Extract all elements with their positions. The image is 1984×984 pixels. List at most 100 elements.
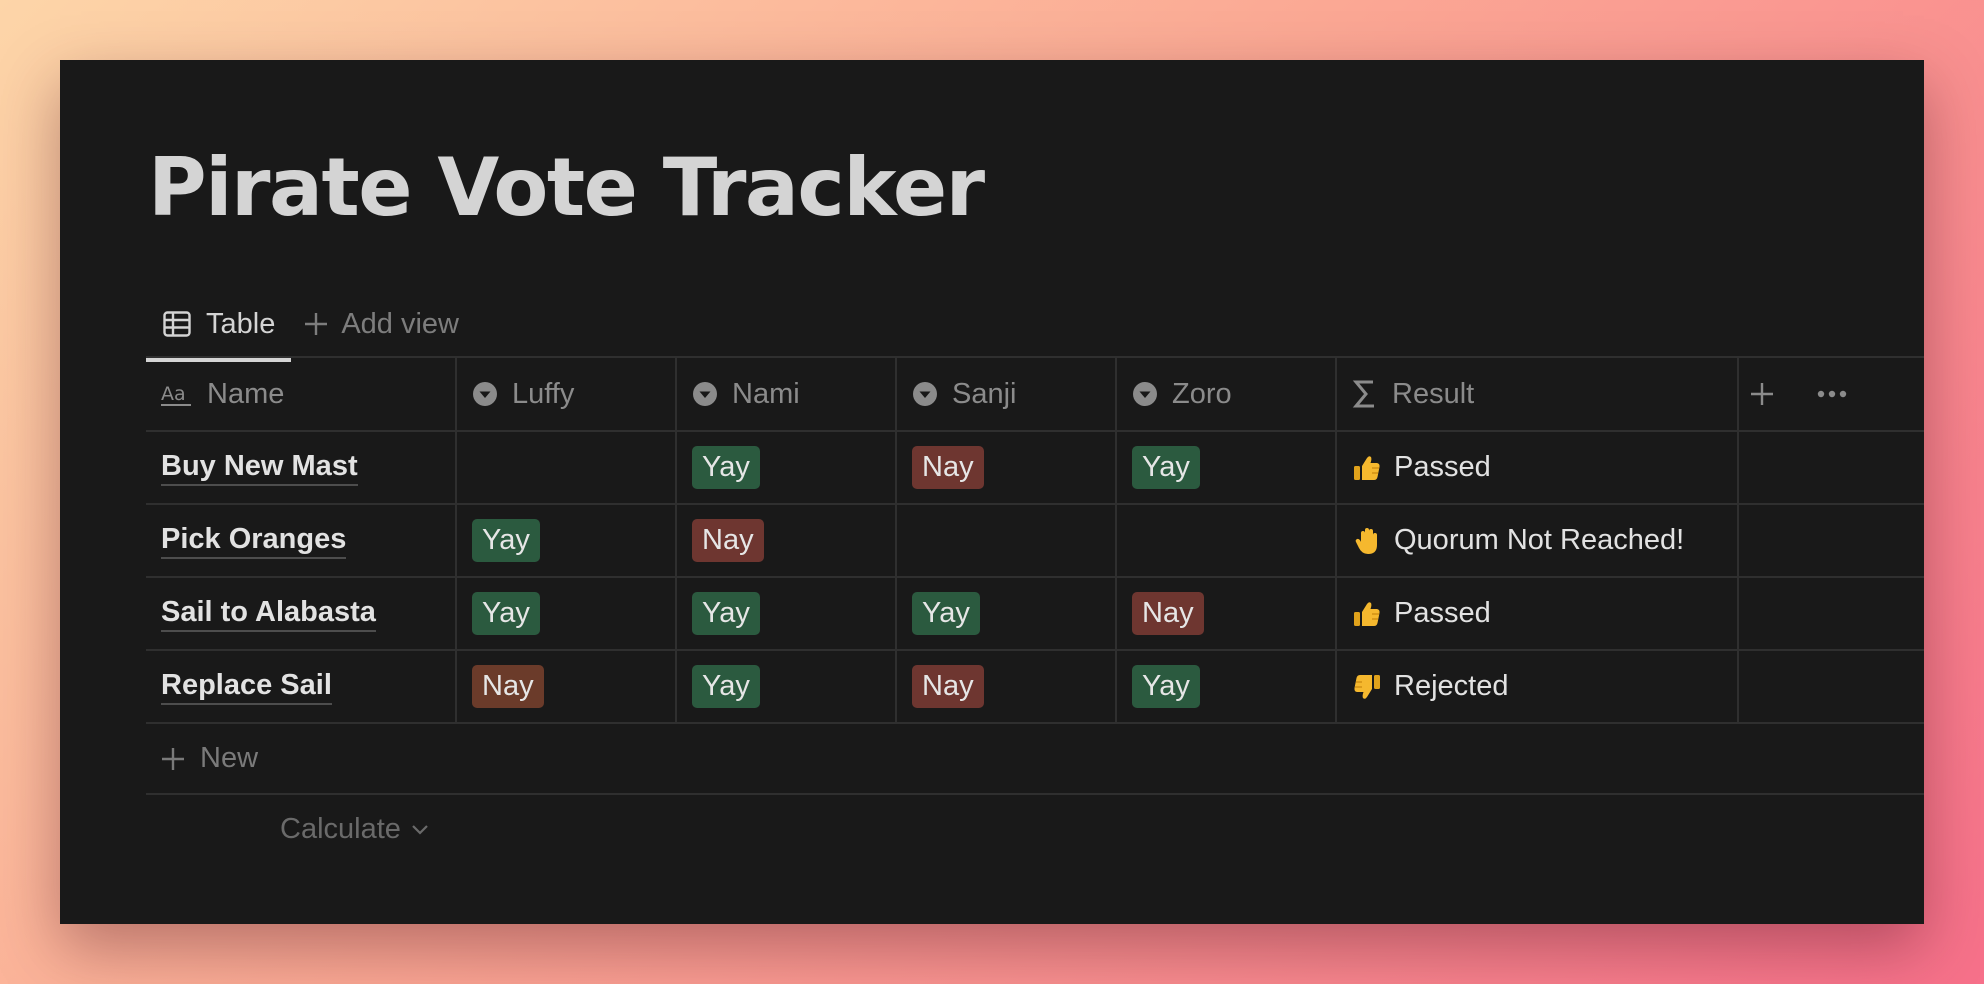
column-header-label: Name (207, 377, 285, 410)
table-row: Pick Oranges Yay Nay Quorum Not Reached! (146, 505, 1924, 578)
name-cell[interactable]: Sail to Alabasta (146, 578, 457, 649)
table-icon (162, 309, 192, 339)
tab-table[interactable]: Table (146, 288, 292, 362)
calculate-label: Calculate (280, 812, 401, 845)
result-cell[interactable]: Quorum Not Reached! (1337, 505, 1739, 576)
result-value: Rejected (1352, 670, 1508, 703)
table-row: Buy New Mast Yay Nay Yay Passed (146, 432, 1924, 505)
thumbs-up-icon (1352, 453, 1382, 483)
add-view-label: Add view (341, 307, 459, 340)
select-property-icon (472, 381, 498, 407)
vote-cell-nami[interactable]: Yay (677, 432, 897, 503)
name-cell[interactable]: Replace Sail (146, 651, 457, 722)
row-name[interactable]: Sail to Alabasta (161, 595, 376, 632)
column-header-nami[interactable]: Nami (677, 358, 897, 430)
extra-cell (1739, 432, 1924, 503)
vote-tag-yay: Yay (692, 665, 760, 708)
plus-icon[interactable] (1749, 381, 1775, 407)
raised-hand-icon (1352, 526, 1382, 556)
result-text: Rejected (1394, 670, 1509, 702)
column-header-label: Result (1392, 377, 1475, 410)
add-view-button[interactable]: Add view (291, 288, 475, 360)
vote-tag-yay: Yay (692, 592, 760, 635)
select-property-icon (1132, 381, 1158, 407)
formula-sigma-icon (1352, 379, 1378, 409)
vote-tag-nay: Nay (1132, 592, 1204, 635)
column-header-label: Luffy (512, 377, 575, 410)
select-property-icon (912, 381, 938, 407)
column-header-zoro[interactable]: Zoro (1117, 358, 1337, 430)
vote-tag-yay: Yay (1132, 446, 1200, 489)
notion-window: Pirate Vote Tracker Table Add view Aa Na… (60, 60, 1924, 924)
vote-cell-luffy[interactable]: Nay (457, 651, 677, 722)
row-name[interactable]: Buy New Mast (161, 449, 358, 486)
result-cell[interactable]: Passed (1337, 578, 1739, 649)
vote-cell-zoro[interactable]: Nay (1117, 578, 1337, 649)
column-header-luffy[interactable]: Luffy (457, 358, 677, 430)
vote-cell-zoro[interactable]: Yay (1117, 651, 1337, 722)
vote-tag-nay: Nay (692, 519, 764, 562)
vote-cell-zoro[interactable]: Yay (1117, 432, 1337, 503)
table-row: Sail to Alabasta Yay Yay Yay Nay Passed (146, 578, 1924, 651)
vote-cell-nami[interactable]: Yay (677, 651, 897, 722)
vote-cell-luffy[interactable]: Yay (457, 578, 677, 649)
result-value: Quorum Not Reached! (1352, 524, 1684, 557)
chevron-down-icon (411, 823, 429, 835)
result-text: Quorum Not Reached! (1394, 524, 1685, 556)
name-cell[interactable]: Buy New Mast (146, 432, 457, 503)
column-header-label: Nami (732, 377, 800, 410)
vote-cell-nami[interactable]: Yay (677, 578, 897, 649)
column-header-label: Sanji (952, 377, 1017, 410)
column-header-sanji[interactable]: Sanji (897, 358, 1117, 430)
select-property-icon (692, 381, 718, 407)
svg-text:Aa: Aa (161, 383, 186, 405)
vote-tag-yay: Yay (472, 519, 540, 562)
name-cell[interactable]: Pick Oranges (146, 505, 457, 576)
result-value: Passed (1352, 451, 1491, 484)
view-tabs: Table Add view (146, 288, 475, 362)
extra-cell (1739, 578, 1924, 649)
result-text: Passed (1394, 451, 1491, 483)
plus-icon (303, 311, 329, 337)
vote-tag-nay: Nay (912, 665, 984, 708)
result-value: Passed (1352, 597, 1491, 630)
vote-cell-nami[interactable]: Nay (677, 505, 897, 576)
calculate-button[interactable]: Calculate (146, 795, 1924, 863)
thumbs-down-icon (1352, 672, 1382, 702)
more-dots-icon[interactable] (1817, 390, 1847, 398)
vote-cell-sanji[interactable]: Yay (897, 578, 1117, 649)
plus-icon (160, 746, 186, 772)
vote-cell-sanji[interactable]: Nay (897, 432, 1117, 503)
row-name[interactable]: Replace Sail (161, 668, 332, 705)
vote-cell-luffy[interactable]: Yay (457, 505, 677, 576)
vote-cell-luffy[interactable] (457, 432, 677, 503)
vote-cell-sanji[interactable]: Nay (897, 651, 1117, 722)
table-row: Replace Sail Nay Yay Nay Yay Rejected (146, 651, 1924, 724)
table-header: Aa Name Luffy Nami Sanji Zoro Result (146, 358, 1924, 432)
vote-tag-nay: Nay (472, 665, 544, 708)
new-row-label: New (200, 742, 259, 774)
extra-cell (1739, 651, 1924, 722)
result-cell[interactable]: Rejected (1337, 651, 1739, 722)
vote-cell-zoro[interactable] (1117, 505, 1337, 576)
vote-tag-nay: Nay (912, 446, 984, 489)
result-cell[interactable]: Passed (1337, 432, 1739, 503)
vote-tag-yay: Yay (1132, 665, 1200, 708)
vote-tag-yay: Yay (912, 592, 980, 635)
result-text: Passed (1394, 597, 1491, 629)
column-header-name[interactable]: Aa Name (146, 358, 457, 430)
thumbs-up-icon (1352, 599, 1382, 629)
vote-tag-yay: Yay (692, 446, 760, 489)
tab-table-label: Table (206, 307, 276, 340)
header-actions (1739, 358, 1924, 430)
column-header-result[interactable]: Result (1337, 358, 1739, 430)
text-property-icon: Aa (161, 381, 193, 407)
extra-cell (1739, 505, 1924, 576)
new-row-button[interactable]: New (146, 724, 1924, 795)
page-title: Pirate Vote Tracker (148, 141, 985, 234)
column-header-label: Zoro (1172, 377, 1232, 410)
vote-tag-yay: Yay (472, 592, 540, 635)
database-table: Aa Name Luffy Nami Sanji Zoro Result Buy… (146, 356, 1924, 863)
vote-cell-sanji[interactable] (897, 505, 1117, 576)
row-name[interactable]: Pick Oranges (161, 522, 347, 559)
